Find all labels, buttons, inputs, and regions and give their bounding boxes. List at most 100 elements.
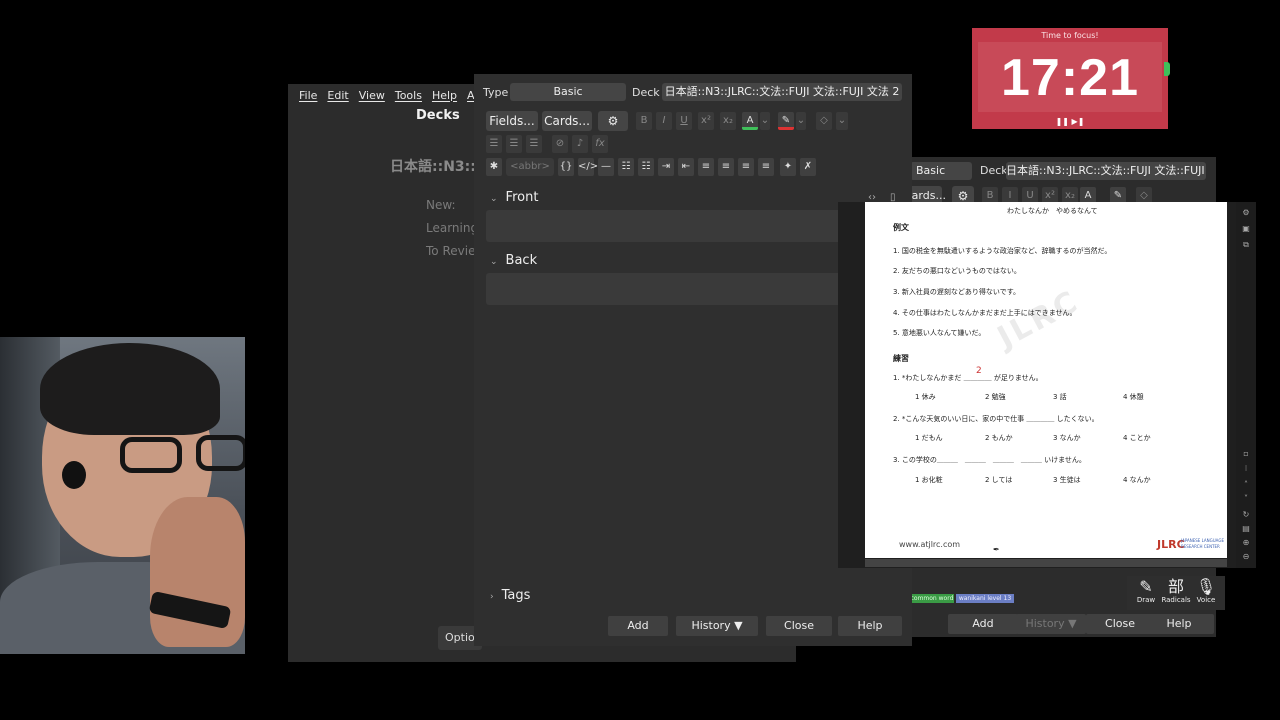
front-field-header[interactable]: ⌄ Front (490, 190, 538, 205)
example-3: 3. 新入社員の遅刻などあり得ないです。 (893, 288, 1020, 296)
chevron-right-icon: › (490, 592, 494, 602)
zoom-level-icon[interactable]: ▫ (1240, 449, 1252, 459)
align-icon[interactable]: ☰ (526, 135, 542, 153)
justify-icon[interactable]: ≡ (758, 158, 774, 176)
html-editor-icon[interactable]: </> (578, 158, 598, 176)
bold-icon[interactable]: B (636, 112, 652, 130)
rotate-icon[interactable]: ↻ (1240, 510, 1252, 520)
subscript-icon[interactable]: x₂ (720, 112, 736, 130)
zoom-out-icon[interactable]: ⊖ (1240, 552, 1252, 562)
deck-combo[interactable]: 日本語::N3::JLRC::文法::FUJI 文法::FUJI 文法 2 (662, 83, 902, 101)
outdent-icon[interactable]: ⇤ (678, 158, 694, 176)
q1-opt1: 1 休み (915, 393, 936, 401)
page-icon[interactable]: ▤ (1240, 524, 1252, 534)
align-right-icon[interactable]: ≡ (738, 158, 754, 176)
fields-button[interactable]: Fields... (486, 111, 538, 131)
pdf-page[interactable]: JLRC わたしなんか やめるなんて 例文 1. 国の税金を無駄遣いするような政… (865, 202, 1227, 558)
horizontal-rule-icon[interactable]: — (598, 158, 614, 176)
list-ol-icon[interactable]: ☷ (638, 158, 654, 176)
settings-icon[interactable]: ⚙ (598, 111, 628, 131)
q2-opt1: 1 だもん (915, 434, 943, 442)
cloze-icon[interactable]: ✱ (486, 158, 502, 176)
eraser-icon[interactable]: ◇ (816, 112, 832, 130)
deck-combo-2[interactable]: 日本語::N3::JLRC::文法::FUJI 文法::FUJI 文法 2 (1006, 162, 1206, 180)
timer-controls[interactable]: ❚❚ ▶❚ (972, 117, 1168, 126)
list-ul-icon[interactable]: ☷ (618, 158, 634, 176)
front-field-input[interactable] (486, 210, 846, 242)
q3-opt4: 4 なんか (1123, 476, 1151, 484)
timer-toggle-tab[interactable] (1164, 62, 1170, 76)
clear-format-icon[interactable]: ✗ (800, 158, 816, 176)
type-combo-2[interactable]: Basic (910, 162, 972, 180)
voice-icon: 🎙 (1195, 577, 1217, 596)
abbr-button[interactable]: <abbr> (506, 158, 554, 176)
practice-q1: 1. *わたしなんかまだ ＿＿＿＿ が足りません。 (893, 374, 1043, 382)
practice-heading: 練習 (893, 354, 909, 363)
radicals-tool[interactable]: 部 Radicals (1161, 578, 1191, 605)
braces-icon[interactable]: {} (558, 158, 574, 176)
highlight-dropdown-icon[interactable]: ⌄ (796, 112, 806, 130)
magic-icon[interactable]: ✦ (780, 158, 796, 176)
tool-bar: ✎ Draw 部 Radicals 🎙 Voice (1127, 576, 1225, 610)
text-color-dropdown-icon[interactable]: ⌄ (760, 112, 770, 130)
attach-icon[interactable]: ⊘ (552, 135, 568, 153)
tag-wanikani[interactable]: wanikani level 13 (956, 594, 1014, 603)
footer-logo-sub2: RESEARCH CENTER (1181, 544, 1220, 549)
glasses-icon (120, 437, 182, 473)
formula-icon[interactable]: fx (592, 135, 608, 153)
up-icon[interactable]: ˄ (1240, 480, 1252, 490)
timer-label: Time to focus! (1041, 31, 1099, 40)
add-button-2[interactable]: Add (948, 614, 1018, 634)
text-color-icon[interactable]: A (742, 112, 758, 130)
pen-cursor-icon: ✒ (993, 545, 1000, 554)
add-button[interactable]: Add (608, 616, 668, 636)
history-button[interactable]: History ▼ (676, 616, 758, 636)
bullet-list-icon[interactable]: ☰ (486, 135, 502, 153)
chevron-down-icon: ⌄ (490, 194, 498, 204)
align-center-icon[interactable]: ≡ (698, 158, 714, 176)
record-icon[interactable]: ♪ (572, 135, 588, 153)
zoom-in-icon[interactable]: ⊕ (1240, 538, 1252, 548)
highlight-icon[interactable]: ✎ (778, 112, 794, 130)
numbered-list-icon[interactable]: ☰ (506, 135, 522, 153)
back-field-input[interactable] (486, 273, 846, 305)
type-label: Type (483, 86, 509, 99)
down-icon[interactable]: ˅ (1240, 494, 1252, 504)
example-5: 5. 意地悪い人なんて嫌いだ。 (893, 329, 986, 337)
deck-name[interactable]: 日本語::N3:: (390, 156, 476, 176)
copy-icon[interactable]: ⧉ (1240, 240, 1252, 250)
cards-button[interactable]: Cards... (542, 111, 592, 131)
q3-opt2: 2 しては (985, 476, 1013, 484)
underline-icon[interactable]: U (676, 112, 692, 130)
superscript-icon[interactable]: x² (698, 112, 714, 130)
q2-opt2: 2 もんか (985, 434, 1013, 442)
draw-tool[interactable]: ✎ Draw (1131, 578, 1161, 605)
menu-file[interactable]: File (294, 89, 322, 102)
menu-view[interactable]: View (354, 89, 390, 102)
close-button[interactable]: Close (766, 616, 832, 636)
timer-time: 17:21 (1001, 49, 1139, 107)
tags-header[interactable]: › Tags (490, 588, 530, 603)
voice-tool[interactable]: 🎙 Voice (1191, 577, 1221, 605)
tag-common-word[interactable]: common word (910, 594, 954, 603)
menu-tools[interactable]: Tools (390, 89, 427, 102)
settings-icon[interactable]: ⚙ (1240, 208, 1252, 218)
back-field-header[interactable]: ⌄ Back (490, 253, 537, 268)
example-4: 4. その仕事はわたしなんかまだまだ上手にはできません。 (893, 309, 1077, 317)
scroll-icon[interactable]: ⁝ (1240, 464, 1252, 474)
italic-icon[interactable]: I (656, 112, 672, 130)
q2-opt3: 3 なんか (1053, 434, 1081, 442)
bookmark-icon[interactable]: ▣ (1240, 224, 1252, 234)
type-combo[interactable]: Basic (510, 83, 626, 101)
indent-icon[interactable]: ⇥ (658, 158, 674, 176)
help-button-2[interactable]: Help (1144, 614, 1214, 634)
menu-help[interactable]: Help (427, 89, 462, 102)
history-button-2[interactable]: History ▼ (1016, 614, 1086, 634)
draw-label: Draw (1136, 596, 1156, 604)
more-dropdown-icon[interactable]: ⌄ (836, 112, 848, 130)
menu-edit[interactable]: Edit (322, 89, 353, 102)
q3-opt1: 1 お化粧 (915, 476, 943, 484)
help-button[interactable]: Help (838, 616, 902, 636)
menu-bar: File Edit View Tools Help Anki (288, 84, 496, 106)
align-left-icon[interactable]: ≡ (718, 158, 734, 176)
